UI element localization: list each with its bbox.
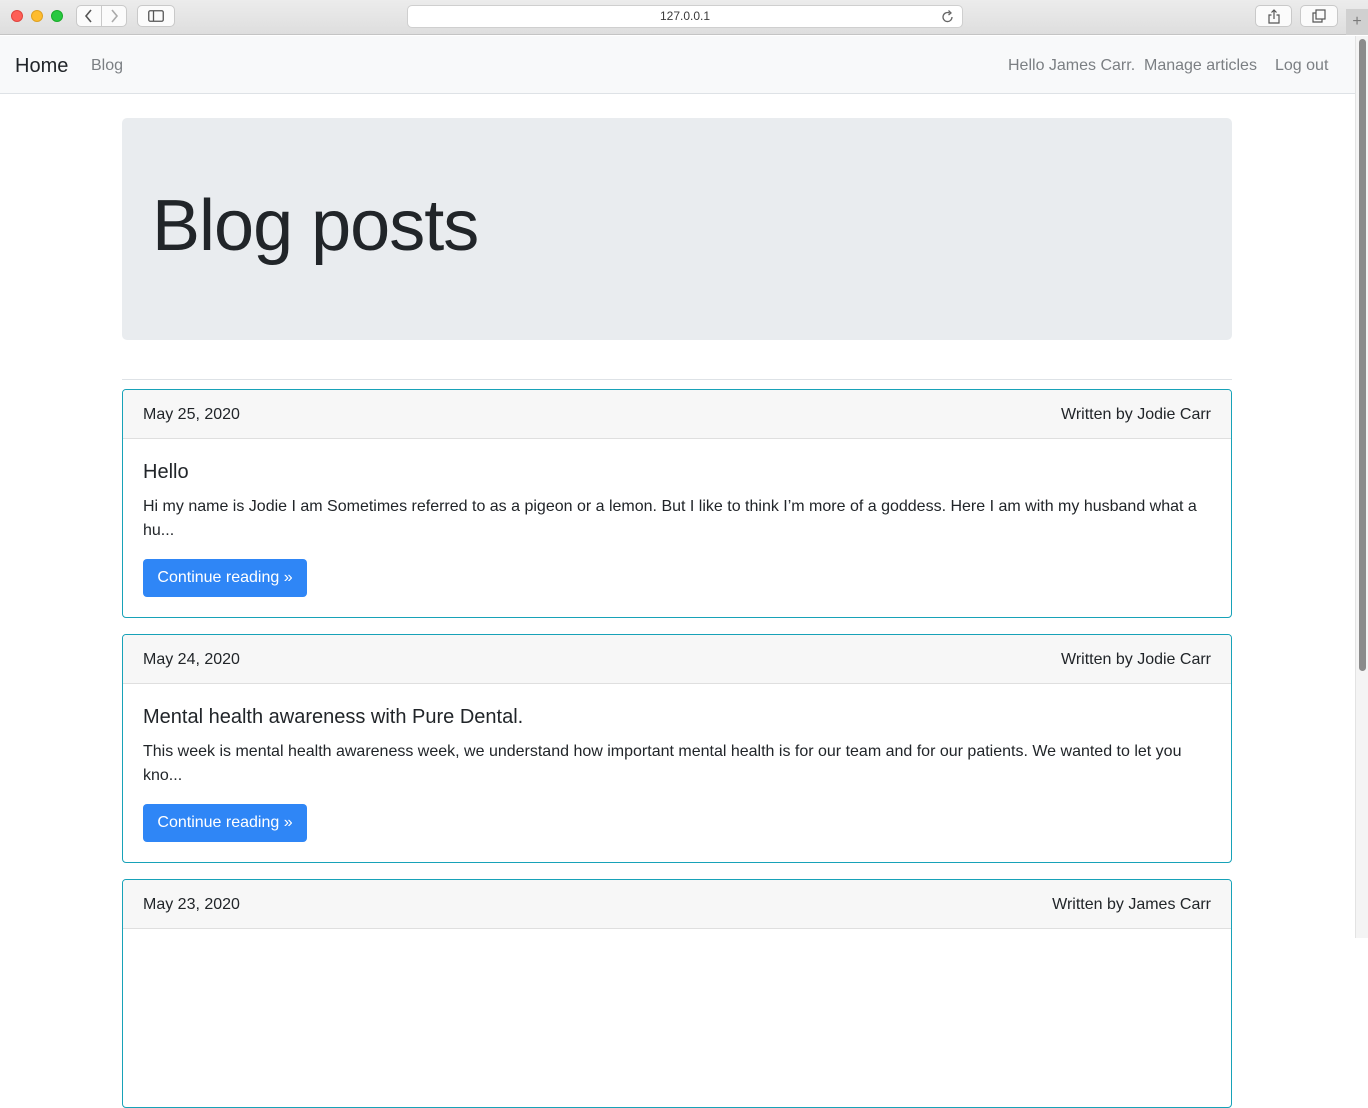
share-button[interactable]	[1255, 5, 1292, 27]
continue-reading-button[interactable]: Continue reading »	[143, 804, 307, 842]
nav-home-link[interactable]: Home	[15, 55, 68, 77]
sidebar-icon	[148, 10, 164, 22]
close-window-button[interactable]	[11, 10, 23, 22]
new-tab-button[interactable]: +	[1346, 9, 1368, 35]
new-tab-icon: +	[1352, 13, 1362, 30]
continue-reading-button[interactable]: Continue reading »	[143, 559, 307, 597]
post-author: Written by James Carr	[1052, 896, 1211, 913]
post-card-header: May 25, 2020 Written by Jodie Carr	[123, 390, 1231, 439]
zoom-window-button[interactable]	[51, 10, 63, 22]
post-card-header: May 23, 2020 Written by James Carr	[123, 880, 1231, 929]
user-greeting: Hello James Carr.	[1008, 57, 1136, 74]
nav-manage-articles-link[interactable]: Manage articles	[1144, 56, 1257, 75]
post-card: May 25, 2020 Written by Jodie Carr Hello…	[122, 389, 1232, 618]
post-card-header: May 24, 2020 Written by Jodie Carr	[123, 635, 1231, 684]
post-title: Hello	[143, 461, 189, 483]
divider	[122, 379, 1232, 380]
jumbotron: Blog posts	[122, 118, 1232, 340]
back-icon	[84, 9, 92, 23]
minimize-window-button[interactable]	[31, 10, 43, 22]
post-date: May 25, 2020	[143, 406, 240, 423]
show-tabs-button[interactable]	[1300, 5, 1338, 27]
back-button[interactable]	[76, 5, 102, 27]
site-navbar: Home Blog Hello James Carr. Manage artic…	[0, 36, 1355, 94]
forward-icon	[111, 9, 119, 23]
post-excerpt: This week is mental health awareness wee…	[143, 743, 1182, 784]
address-bar[interactable]: 127.0.0.1	[407, 5, 963, 28]
reload-icon[interactable]	[941, 7, 955, 27]
page-title: Blog posts	[152, 186, 479, 266]
sidebar-toggle-button[interactable]	[137, 5, 175, 27]
post-date: May 23, 2020	[143, 896, 240, 913]
post-title: Mental health awareness with Pure Dental…	[143, 706, 524, 728]
nav-blog-link[interactable]: Blog	[91, 56, 123, 75]
tabs-icon	[1312, 9, 1326, 23]
url-text: 127.0.0.1	[659, 9, 711, 23]
post-date: May 24, 2020	[143, 651, 240, 668]
page-scrollbar[interactable]	[1355, 36, 1368, 938]
nav-logout-link[interactable]: Log out	[1275, 56, 1328, 75]
post-card: May 23, 2020 Written by James Carr	[122, 879, 1232, 1108]
browser-toolbar: 127.0.0.1 +	[0, 0, 1368, 35]
post-author: Written by Jodie Carr	[1061, 406, 1211, 423]
post-excerpt: Hi my name is Jodie I am Sometimes refer…	[143, 498, 1197, 539]
post-card: May 24, 2020 Written by Jodie Carr Menta…	[122, 634, 1232, 863]
share-icon	[1267, 8, 1280, 24]
scrollbar-thumb[interactable]	[1359, 39, 1366, 671]
forward-button[interactable]	[101, 5, 127, 27]
post-author: Written by Jodie Carr	[1061, 651, 1211, 668]
